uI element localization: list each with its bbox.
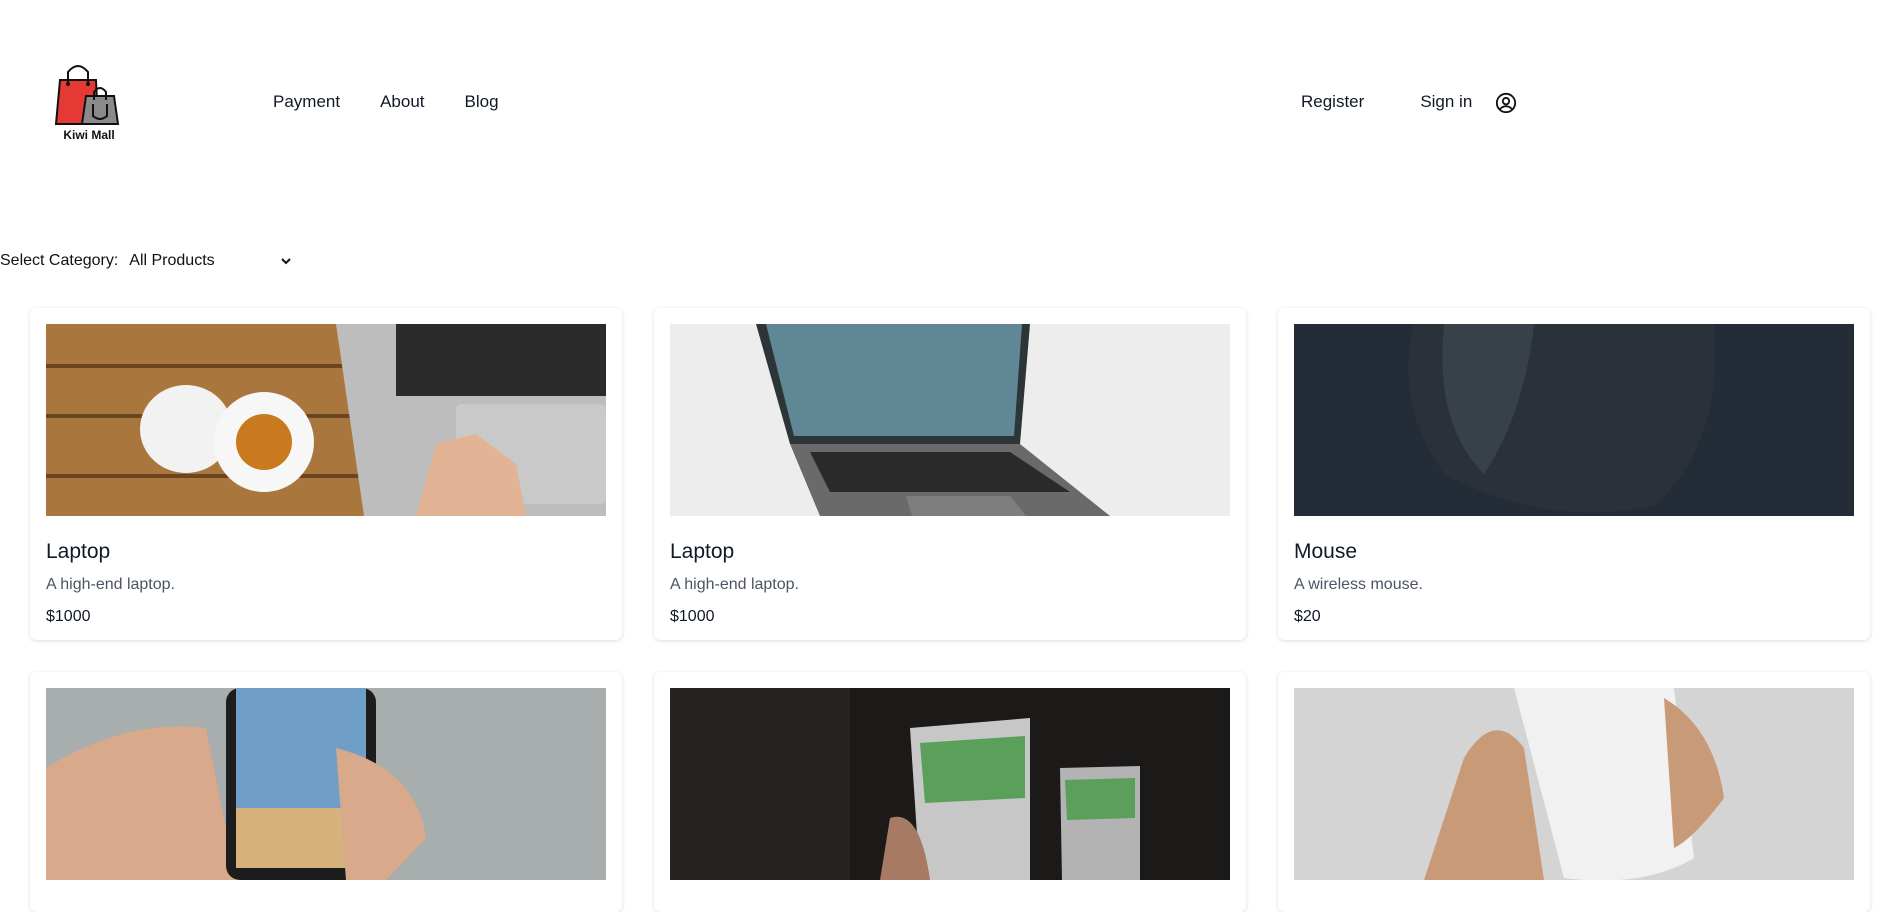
category-selected-value: All Products: [129, 252, 215, 269]
product-description: A wireless mouse.: [1294, 576, 1423, 593]
product-title: Laptop: [670, 540, 735, 563]
site-logo[interactable]: Kiwi Mall: [52, 62, 126, 148]
category-filter: Select Category: All Products: [0, 252, 292, 270]
product-card[interactable]: [30, 672, 622, 912]
product-title: Mouse: [1294, 540, 1358, 563]
category-label: Select Category:: [0, 252, 119, 269]
product-price: $20: [1294, 608, 1321, 625]
product-title: Laptop: [46, 540, 111, 563]
sign-in-link[interactable]: Sign in: [1420, 92, 1472, 112]
product-description: A high-end laptop.: [46, 576, 175, 593]
auth-links: Register Sign in: [1301, 92, 1472, 112]
category-select[interactable]: All Products: [129, 252, 292, 270]
user-account-icon[interactable]: [1495, 92, 1517, 114]
product-description: A high-end laptop.: [670, 576, 799, 593]
product-image: [1294, 324, 1854, 516]
product-price: $1000: [46, 608, 91, 625]
nav-blog[interactable]: Blog: [465, 92, 499, 112]
nav-about[interactable]: About: [380, 92, 424, 112]
product-card[interactable]: [1278, 672, 1870, 912]
register-link[interactable]: Register: [1301, 92, 1364, 112]
product-price: $1000: [670, 608, 715, 625]
product-image: [1294, 688, 1854, 880]
product-image: [670, 324, 1230, 516]
logo-text: Kiwi Mall: [63, 128, 115, 142]
product-image: [670, 688, 1230, 880]
product-card[interactable]: Mouse A wireless mouse. $20: [1278, 308, 1870, 640]
main-nav: Payment About Blog: [273, 92, 499, 112]
shopping-bags-icon: [54, 65, 120, 125]
product-image: [46, 324, 606, 516]
chevron-down-icon: [281, 258, 291, 265]
nav-payment[interactable]: Payment: [273, 92, 340, 112]
product-card[interactable]: Laptop A high-end laptop. $1000: [654, 308, 1246, 640]
product-card[interactable]: Laptop A high-end laptop. $1000: [30, 308, 622, 640]
product-card[interactable]: [654, 672, 1246, 912]
product-image: [46, 688, 606, 880]
